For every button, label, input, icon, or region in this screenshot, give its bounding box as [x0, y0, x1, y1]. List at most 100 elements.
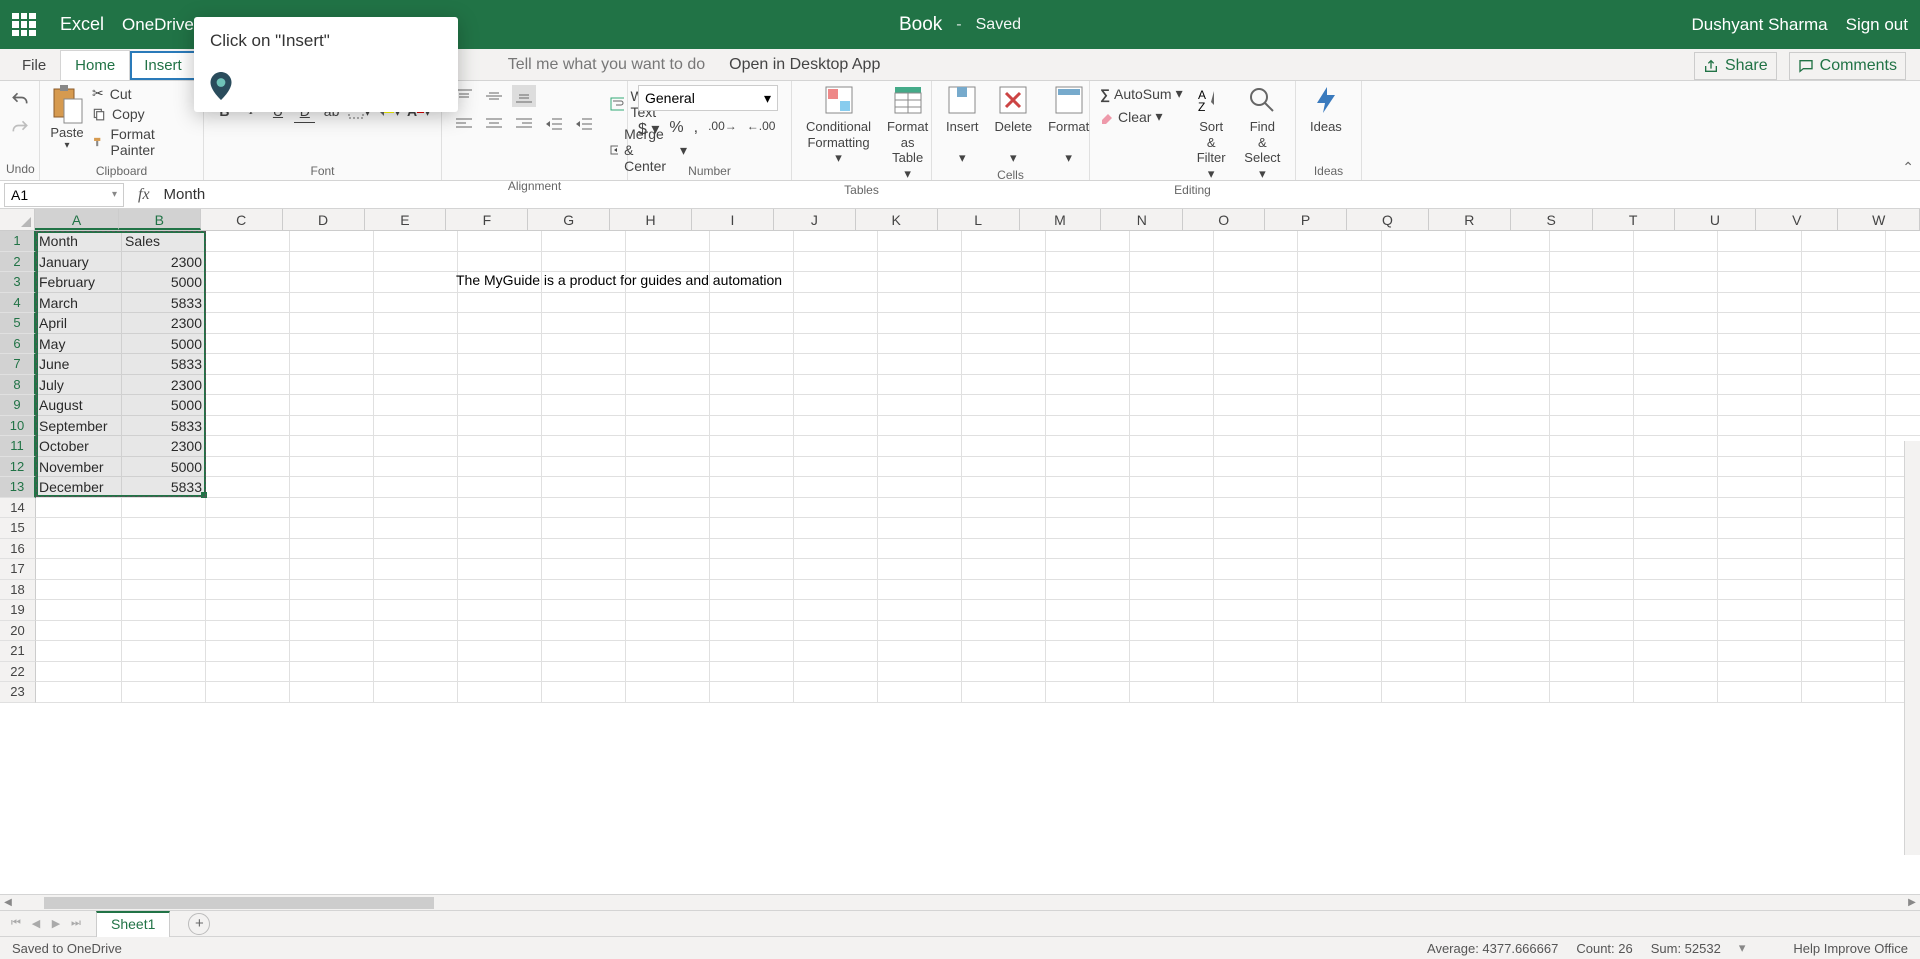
cell-Q4[interactable] [1382, 293, 1466, 314]
clear-button[interactable]: Clear ▾ [1100, 108, 1183, 125]
cell-E11[interactable] [374, 436, 458, 457]
cell-H12[interactable] [626, 457, 710, 478]
cell-I11[interactable] [710, 436, 794, 457]
cell-I23[interactable] [710, 682, 794, 703]
cell-U15[interactable] [1718, 518, 1802, 539]
cell-R1[interactable] [1466, 231, 1550, 252]
cell-J7[interactable] [794, 354, 878, 375]
cell-B9[interactable]: 5000 [122, 395, 206, 416]
ideas-button[interactable]: Ideas [1306, 85, 1346, 135]
cut-button[interactable]: ✂Cut [92, 85, 193, 102]
cell-G21[interactable] [542, 641, 626, 662]
cell-P6[interactable] [1298, 334, 1382, 355]
cell-Q10[interactable] [1382, 416, 1466, 437]
cell-G19[interactable] [542, 600, 626, 621]
cell-L7[interactable] [962, 354, 1046, 375]
cell-D22[interactable] [290, 662, 374, 683]
horizontal-scrollbar[interactable]: ◀ ▶ [0, 894, 1920, 910]
scroll-thumb[interactable] [44, 897, 434, 909]
cell-N10[interactable] [1130, 416, 1214, 437]
cell-V18[interactable] [1802, 580, 1886, 601]
cell-D19[interactable] [290, 600, 374, 621]
cell-E12[interactable] [374, 457, 458, 478]
cell-K11[interactable] [878, 436, 962, 457]
copy-button[interactable]: Copy [92, 106, 193, 122]
cell-R8[interactable] [1466, 375, 1550, 396]
cell-O3[interactable] [1214, 272, 1298, 293]
cell-D3[interactable] [290, 272, 374, 293]
row-header-16[interactable]: 16 [0, 539, 36, 560]
cell-F14[interactable] [458, 498, 542, 519]
cell-F10[interactable] [458, 416, 542, 437]
cell-L14[interactable] [962, 498, 1046, 519]
cell-I15[interactable] [710, 518, 794, 539]
cell-Q11[interactable] [1382, 436, 1466, 457]
cell-E6[interactable] [374, 334, 458, 355]
cell-T14[interactable] [1634, 498, 1718, 519]
cell-U4[interactable] [1718, 293, 1802, 314]
scroll-left-arrow[interactable]: ◀ [0, 895, 16, 911]
cell-J22[interactable] [794, 662, 878, 683]
sign-out[interactable]: Sign out [1846, 15, 1908, 35]
cell-R13[interactable] [1466, 477, 1550, 498]
cell-N13[interactable] [1130, 477, 1214, 498]
cell-C23[interactable] [206, 682, 290, 703]
cell-I19[interactable] [710, 600, 794, 621]
first-sheet-button[interactable]: ⏮ [6, 914, 26, 934]
cell-C7[interactable] [206, 354, 290, 375]
cell-Q23[interactable] [1382, 682, 1466, 703]
cell-A9[interactable]: August [36, 395, 122, 416]
cell-E8[interactable] [374, 375, 458, 396]
cell-H1[interactable] [626, 231, 710, 252]
cell-Q18[interactable] [1382, 580, 1466, 601]
cell-H7[interactable] [626, 354, 710, 375]
cell-G10[interactable] [542, 416, 626, 437]
cell-M21[interactable] [1046, 641, 1130, 662]
cell-C14[interactable] [206, 498, 290, 519]
sort-filter-button[interactable]: AZSort & Filter ▾ [1191, 85, 1232, 181]
cell-I16[interactable] [710, 539, 794, 560]
cell-L2[interactable] [962, 252, 1046, 273]
cell-B8[interactable]: 2300 [122, 375, 206, 396]
cell-F20[interactable] [458, 621, 542, 642]
cell-K2[interactable] [878, 252, 962, 273]
cell-O16[interactable] [1214, 539, 1298, 560]
col-header-P[interactable]: P [1265, 209, 1347, 230]
cell-V21[interactable] [1802, 641, 1886, 662]
prev-sheet-button[interactable]: ◀ [26, 914, 46, 934]
cell-U19[interactable] [1718, 600, 1802, 621]
cell-U21[interactable] [1718, 641, 1802, 662]
cell-O21[interactable] [1214, 641, 1298, 662]
cell-N5[interactable] [1130, 313, 1214, 334]
col-header-A[interactable]: A [35, 209, 119, 230]
cell-I20[interactable] [710, 621, 794, 642]
cell-K5[interactable] [878, 313, 962, 334]
cell-C1[interactable] [206, 231, 290, 252]
cell-M10[interactable] [1046, 416, 1130, 437]
cell-P4[interactable] [1298, 293, 1382, 314]
align-center-button[interactable] [482, 113, 506, 135]
cell-A17[interactable] [36, 559, 122, 580]
cell-V8[interactable] [1802, 375, 1886, 396]
cell-R2[interactable] [1466, 252, 1550, 273]
cell-P20[interactable] [1298, 621, 1382, 642]
cell-D11[interactable] [290, 436, 374, 457]
cell-G6[interactable] [542, 334, 626, 355]
cell-C21[interactable] [206, 641, 290, 662]
cell-D23[interactable] [290, 682, 374, 703]
align-right-button[interactable] [512, 113, 536, 135]
cell-O5[interactable] [1214, 313, 1298, 334]
cell-E22[interactable] [374, 662, 458, 683]
cell-N18[interactable] [1130, 580, 1214, 601]
cell-N22[interactable] [1130, 662, 1214, 683]
cell-U1[interactable] [1718, 231, 1802, 252]
cell-H11[interactable] [626, 436, 710, 457]
cell-V10[interactable] [1802, 416, 1886, 437]
col-header-R[interactable]: R [1429, 209, 1511, 230]
row-header-7[interactable]: 7 [0, 354, 36, 375]
cell-B2[interactable]: 2300 [122, 252, 206, 273]
cell-D15[interactable] [290, 518, 374, 539]
cell-B13[interactable]: 5833 [122, 477, 206, 498]
conditional-formatting-button[interactable]: Conditional Formatting ▾ [802, 85, 875, 166]
cell-V20[interactable] [1802, 621, 1886, 642]
